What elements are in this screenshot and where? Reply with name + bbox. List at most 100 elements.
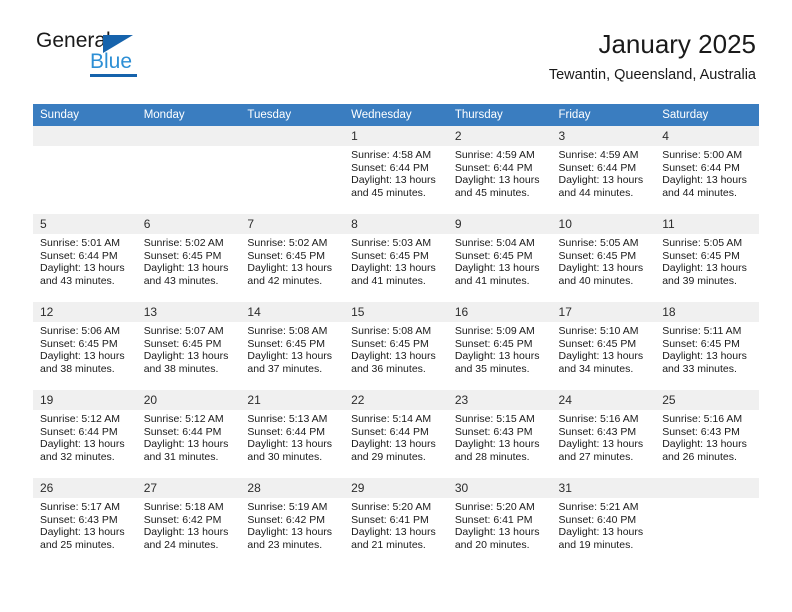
day-number: 20 [136, 390, 241, 410]
calendar-day-cell[interactable]: 14 Sunrise: 5:08 AM Sunset: 6:45 PM Dayligh… [240, 302, 345, 390]
day-number: 3 [551, 126, 656, 146]
generalblue-logo[interactable]: General Blue [36, 30, 226, 80]
sunset-text: Sunset: 6:45 PM [40, 337, 118, 350]
day-cell-inner: 26 Sunrise: 5:17 AM Sunset: 6:43 PM Dayligh… [33, 478, 137, 566]
sunrise-text: Sunrise: 5:06 AM [40, 325, 120, 337]
calendar-day-cell[interactable]: 2 Sunrise: 4:59 AM Sunset: 6:44 PM Daylight… [447, 126, 552, 214]
daylight-text-line2: and 41 minutes. [351, 274, 426, 287]
day-sun-info: Sunrise: 5:12 AM Sunset: 6:44 PM Daylight:… [137, 410, 241, 463]
sunrise-text: Sunrise: 5:08 AM [351, 325, 432, 337]
calendar-day-cell[interactable]: 28 Sunrise: 5:19 AM Sunset: 6:42 PM Dayligh… [240, 478, 345, 566]
daylight-text-line2: and 27 minutes. [558, 450, 634, 463]
sunset-text: Sunset: 6:44 PM [351, 161, 429, 174]
daylight-text-line2: and 32 minutes. [40, 450, 115, 463]
day-sun-info: Sunrise: 5:05 AM Sunset: 6:45 PM Daylight:… [655, 234, 759, 287]
daylight-text-line2: and 37 minutes. [247, 362, 323, 375]
day-sun-info: Sunrise: 4:58 AM Sunset: 6:44 PM Daylight:… [344, 146, 448, 199]
day-number: 10 [551, 214, 656, 234]
calendar-day-cell[interactable]: 21 Sunrise: 5:13 AM Sunset: 6:44 PM Dayligh… [240, 390, 345, 478]
calendar-day-cell[interactable]: 31 Sunrise: 5:21 AM Sunset: 6:40 PM Dayligh… [551, 478, 656, 566]
calendar-day-cell[interactable]: 3 Sunrise: 4:59 AM Sunset: 6:44 PM Daylight… [551, 126, 656, 214]
sunrise-text: Sunrise: 5:14 AM [351, 413, 432, 425]
daylight-text-line2: and 30 minutes. [247, 450, 323, 463]
sunrise-text: Sunrise: 5:21 AM [558, 501, 639, 513]
daylight-text-line1: Daylight: 13 hours [143, 262, 229, 275]
calendar-day-cell[interactable]: 19 Sunrise: 5:12 AM Sunset: 6:44 PM Dayligh… [33, 390, 137, 478]
calendar-day-cell[interactable]: 20 Sunrise: 5:12 AM Sunset: 6:44 PM Dayligh… [136, 390, 241, 478]
calendar-day-cell[interactable]: 27 Sunrise: 5:18 AM Sunset: 6:42 PM Dayligh… [136, 478, 241, 566]
calendar-day-cell[interactable]: 16 Sunrise: 5:09 AM Sunset: 6:45 PM Dayligh… [447, 302, 552, 390]
daylight-text-line1: Daylight: 13 hours [454, 174, 540, 187]
sunrise-text: Sunrise: 5:08 AM [247, 325, 328, 337]
calendar-page: General Blue January 2025 Tewantin, Quee… [0, 0, 792, 612]
sunrise-text: Sunrise: 5:07 AM [143, 325, 224, 337]
calendar-day-cell[interactable]: 26 Sunrise: 5:17 AM Sunset: 6:43 PM Dayligh… [33, 478, 137, 566]
day-cell-inner: 27 Sunrise: 5:18 AM Sunset: 6:42 PM Dayligh… [136, 478, 241, 566]
calendar-day-cell[interactable]: 1 Sunrise: 4:58 AM Sunset: 6:44 PM Daylight… [344, 126, 448, 214]
day-cell-inner: 12 Sunrise: 5:06 AM Sunset: 6:45 PM Dayligh… [33, 302, 137, 390]
logo-text-blue: Blue [90, 50, 133, 73]
calendar-day-cell[interactable]: 18 Sunrise: 5:11 AM Sunset: 6:45 PM Dayligh… [655, 302, 759, 390]
sunset-text: Sunset: 6:44 PM [662, 161, 740, 174]
day-sun-info: Sunrise: 5:18 AM Sunset: 6:42 PM Daylight:… [137, 498, 241, 551]
daylight-text-line2: and 40 minutes. [558, 274, 634, 287]
day-cell-inner: 24 Sunrise: 5:16 AM Sunset: 6:43 PM Dayligh… [551, 390, 656, 478]
calendar-day-cell[interactable]: 6 Sunrise: 5:02 AM Sunset: 6:45 PM Daylight… [136, 214, 241, 302]
day-sun-info: Sunrise: 5:17 AM Sunset: 6:43 PM Daylight:… [33, 498, 137, 551]
sunset-text: Sunset: 6:44 PM [40, 249, 118, 262]
calendar-day-cell[interactable]: 24 Sunrise: 5:16 AM Sunset: 6:43 PM Dayligh… [551, 390, 656, 478]
calendar-week-row: 26 Sunrise: 5:17 AM Sunset: 6:43 PM Dayligh… [33, 478, 759, 566]
day-sun-info: Sunrise: 5:19 AM Sunset: 6:42 PM Daylight:… [240, 498, 344, 551]
day-cell-inner: 21 Sunrise: 5:13 AM Sunset: 6:44 PM Dayligh… [240, 390, 345, 478]
calendar-day-cell[interactable]: 30 Sunrise: 5:20 AM Sunset: 6:41 PM Dayligh… [447, 478, 552, 566]
day-sun-info: Sunrise: 5:00 AM Sunset: 6:44 PM Daylight:… [655, 146, 759, 199]
calendar-day-cell[interactable]: 17 Sunrise: 5:10 AM Sunset: 6:45 PM Dayligh… [551, 302, 656, 390]
sunrise-text: Sunrise: 5:09 AM [454, 325, 535, 337]
calendar-day-cell[interactable]: 11 Sunrise: 5:05 AM Sunset: 6:45 PM Dayligh… [655, 214, 759, 302]
day-number: 21 [240, 390, 345, 410]
day-cell-inner: 13 Sunrise: 5:07 AM Sunset: 6:45 PM Dayligh… [136, 302, 241, 390]
daylight-text-line1: Daylight: 13 hours [558, 174, 644, 187]
sunset-text: Sunset: 6:45 PM [247, 249, 326, 262]
calendar-cell-empty [136, 126, 241, 214]
calendar-day-cell[interactable]: 15 Sunrise: 5:08 AM Sunset: 6:45 PM Dayligh… [344, 302, 448, 390]
logo-text-general: General [36, 29, 111, 52]
calendar-day-cell[interactable]: 22 Sunrise: 5:14 AM Sunset: 6:44 PM Dayligh… [344, 390, 448, 478]
title-block: January 2025 Tewantin, Queensland, Austr… [549, 28, 756, 85]
daylight-text-line2: and 20 minutes. [454, 538, 530, 551]
calendar-day-cell[interactable]: 25 Sunrise: 5:16 AM Sunset: 6:43 PM Dayligh… [655, 390, 759, 478]
calendar-day-cell[interactable]: 13 Sunrise: 5:07 AM Sunset: 6:45 PM Dayligh… [136, 302, 241, 390]
daylight-text-line1: Daylight: 13 hours [143, 526, 229, 539]
day-cell-inner: 10 Sunrise: 5:05 AM Sunset: 6:45 PM Dayligh… [551, 214, 656, 302]
daylight-text-line1: Daylight: 13 hours [662, 350, 747, 363]
daylight-text-line2: and 26 minutes. [662, 450, 737, 463]
sunrise-text: Sunrise: 5:13 AM [247, 413, 328, 425]
daylight-text-line2: and 42 minutes. [247, 274, 323, 287]
calendar-day-cell[interactable]: 10 Sunrise: 5:05 AM Sunset: 6:45 PM Dayligh… [551, 214, 656, 302]
calendar-day-cell[interactable]: 7 Sunrise: 5:02 AM Sunset: 6:45 PM Daylight… [240, 214, 345, 302]
day-sun-info: Sunrise: 5:16 AM Sunset: 6:43 PM Daylight:… [552, 410, 656, 463]
calendar-day-cell[interactable]: 9 Sunrise: 5:04 AM Sunset: 6:45 PM Daylight… [447, 214, 552, 302]
sunrise-text: Sunrise: 5:20 AM [454, 501, 535, 513]
calendar-day-cell[interactable]: 29 Sunrise: 5:20 AM Sunset: 6:41 PM Dayligh… [344, 478, 448, 566]
calendar-day-cell[interactable]: 5 Sunrise: 5:01 AM Sunset: 6:44 PM Daylight… [33, 214, 137, 302]
weekday-header-thursday: Thursday [447, 104, 552, 126]
calendar-day-cell[interactable]: 23 Sunrise: 5:15 AM Sunset: 6:43 PM Dayligh… [447, 390, 552, 478]
daylight-text-line2: and 44 minutes. [662, 186, 737, 199]
calendar-day-cell[interactable]: 4 Sunrise: 5:00 AM Sunset: 6:44 PM Daylight… [655, 126, 759, 214]
sunset-text: Sunset: 6:45 PM [662, 249, 740, 262]
weekday-header-row: Sunday Monday Tuesday Wednesday Thursday… [33, 104, 759, 126]
day-cell-inner: 9 Sunrise: 5:04 AM Sunset: 6:45 PM Daylight… [447, 214, 552, 302]
daylight-text-line2: and 24 minutes. [143, 538, 219, 551]
day-number: 25 [655, 390, 759, 410]
daylight-text-line1: Daylight: 13 hours [351, 262, 436, 275]
calendar-day-cell[interactable]: 8 Sunrise: 5:03 AM Sunset: 6:45 PM Daylight… [344, 214, 448, 302]
daylight-text-line1: Daylight: 13 hours [143, 350, 229, 363]
day-sun-info: Sunrise: 5:15 AM Sunset: 6:43 PM Daylight:… [448, 410, 552, 463]
daylight-text-line1: Daylight: 13 hours [143, 438, 229, 451]
sunrise-text: Sunrise: 5:19 AM [247, 501, 328, 513]
day-sun-info: Sunrise: 5:20 AM Sunset: 6:41 PM Daylight:… [448, 498, 552, 551]
calendar-day-cell[interactable]: 12 Sunrise: 5:06 AM Sunset: 6:45 PM Dayligh… [33, 302, 137, 390]
daylight-text-line2: and 29 minutes. [351, 450, 426, 463]
day-sun-info: Sunrise: 5:09 AM Sunset: 6:45 PM Daylight:… [448, 322, 552, 375]
